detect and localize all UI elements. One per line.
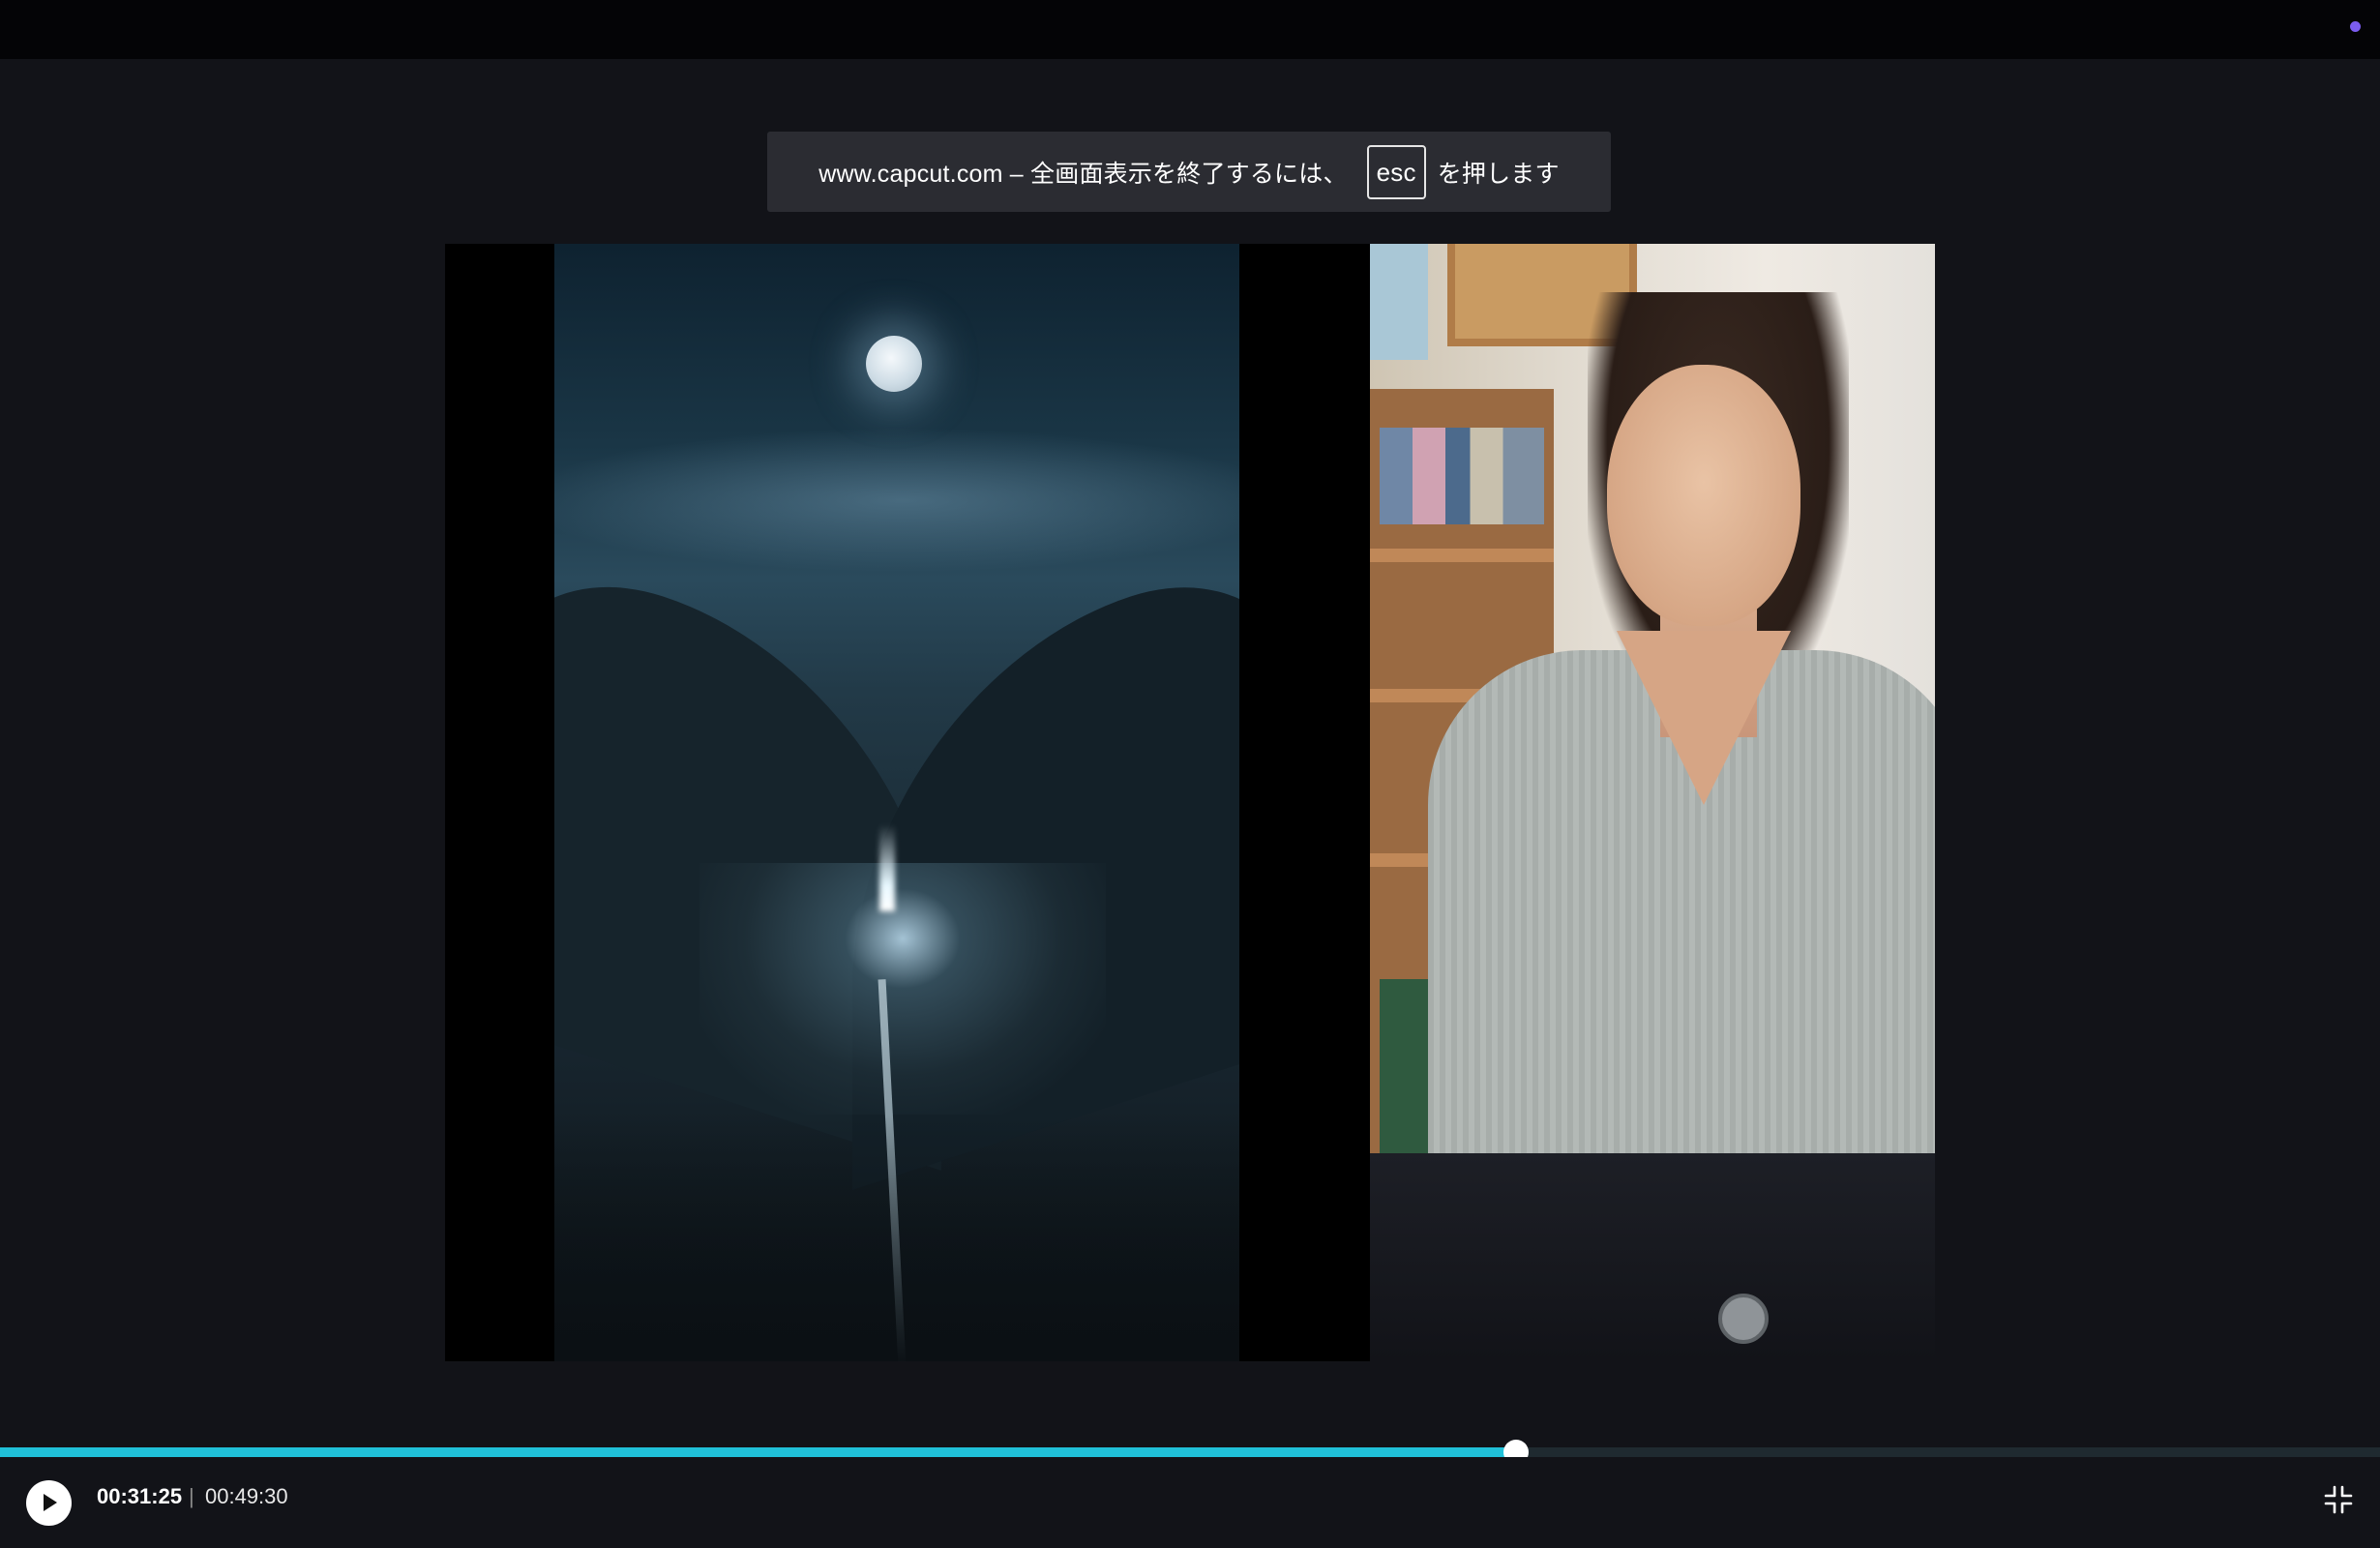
video-frame[interactable]: [445, 244, 1935, 1361]
player-controls: 00:31:25 | 00:49:30: [0, 1457, 2380, 1548]
progress-bar[interactable]: [0, 1440, 2380, 1465]
current-time: 00:31:25: [97, 1484, 183, 1508]
moon: [866, 336, 922, 392]
play-icon[interactable]: [26, 1480, 72, 1526]
night-city-clip: [554, 244, 1239, 1361]
books: [1380, 428, 1544, 524]
total-time: 00:49:30: [205, 1484, 288, 1508]
shelf-board: [1370, 549, 1554, 562]
wall-poster: [1370, 244, 1428, 360]
valley-shadow: [554, 1115, 1239, 1361]
city-lights: [699, 863, 1106, 1115]
status-dot: [2350, 21, 2361, 32]
progress-fill: [0, 1447, 1517, 1457]
jeans: [1370, 1153, 1935, 1361]
top-bar: [0, 0, 2380, 59]
time-separator: |: [189, 1484, 194, 1508]
face: [1607, 365, 1800, 626]
light-beam: [879, 824, 895, 911]
esc-key-label: esc: [1366, 144, 1426, 199]
notice-suffix: を押します: [1437, 160, 1560, 188]
wristwatch: [1718, 1294, 1769, 1344]
notice-prefix: www.capcut.com – 全画面表示を終了するには、: [818, 160, 1348, 188]
cloud-band: [554, 428, 1239, 573]
exit-fullscreen-icon[interactable]: [2324, 1485, 2353, 1514]
portrait-clip: [1370, 244, 1935, 1361]
fullscreen-exit-notice: www.capcut.com – 全画面表示を終了するには、 esc を押します: [767, 132, 1611, 212]
